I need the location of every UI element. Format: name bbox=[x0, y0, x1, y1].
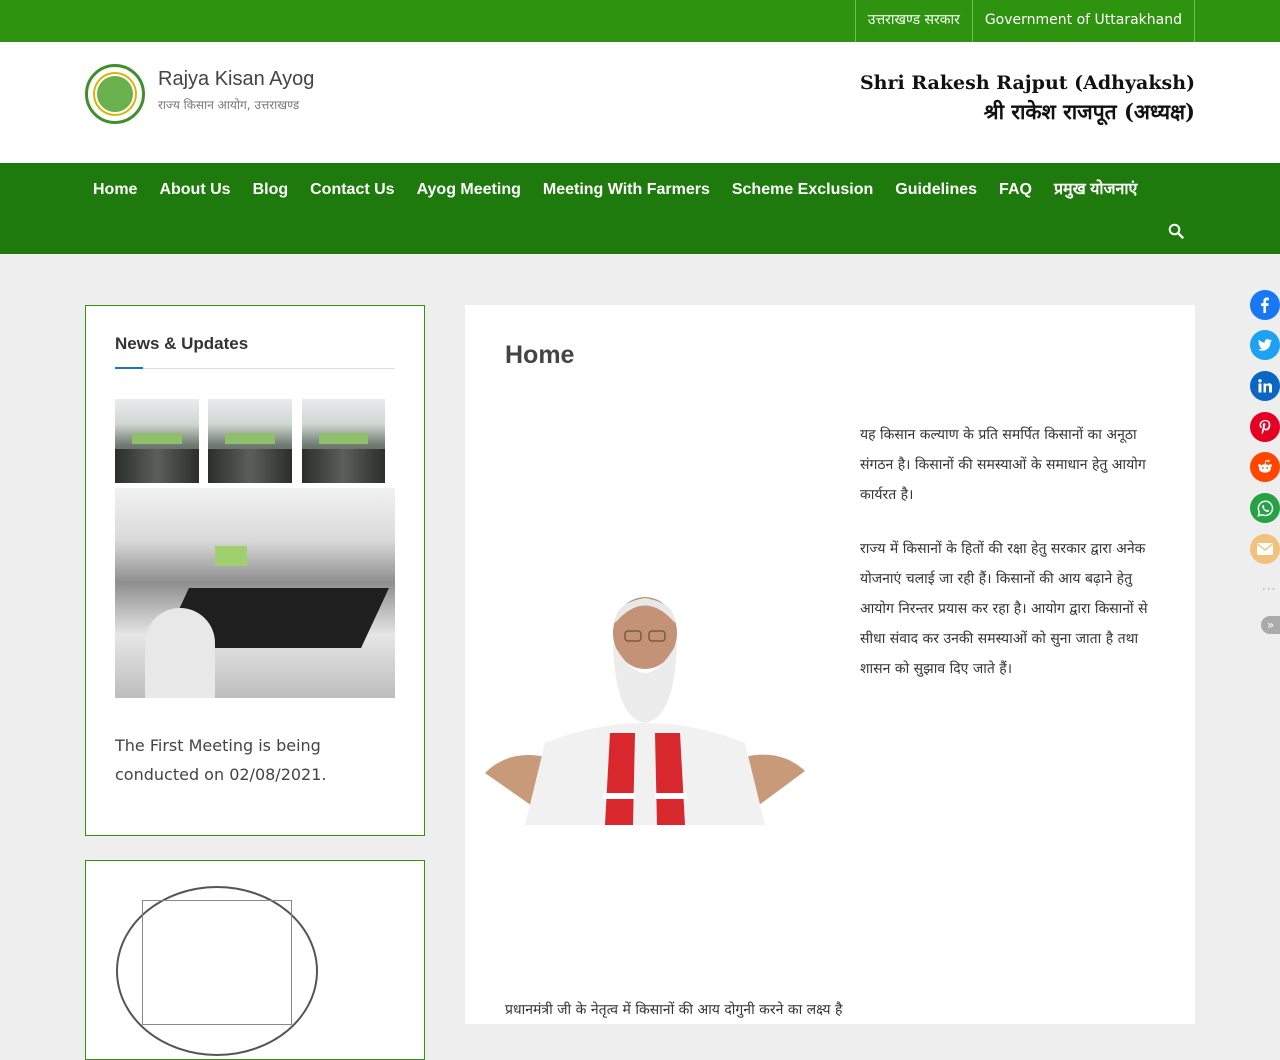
chairman-banner: Shri Rakesh Rajput (Adhyaksh) श्री राकेश… bbox=[860, 72, 1195, 126]
photo-projector-screen bbox=[215, 546, 247, 566]
page-bottom-text: प्रधानमंत्री जी के नेतृत्व में किसानों क… bbox=[505, 1002, 843, 1018]
meeting-photo[interactable] bbox=[115, 488, 395, 698]
linkedin-icon bbox=[1258, 379, 1272, 393]
whatsapp-share-button[interactable] bbox=[1250, 493, 1280, 523]
nav-faq[interactable]: FAQ bbox=[988, 179, 1043, 201]
gallery-thumbnail-3[interactable] bbox=[302, 399, 385, 483]
site-header: Rajya Kisan Ayog राज्य किसान आयोग, उत्तर… bbox=[0, 42, 1280, 163]
divider-accent bbox=[115, 367, 143, 369]
image-placeholder bbox=[142, 900, 292, 1025]
nav-meeting-with-farmers[interactable]: Meeting With Farmers bbox=[532, 179, 721, 201]
widget-title-divider bbox=[115, 367, 395, 369]
reddit-share-button[interactable] bbox=[1250, 452, 1280, 482]
news-updates-widget: News & Updates The First Meeting is bein… bbox=[85, 305, 425, 836]
top-link-uttarakhand-sarkar[interactable]: उत्तराखण्ड सरकार bbox=[854, 0, 972, 42]
twitter-share-button[interactable] bbox=[1250, 330, 1280, 360]
top-bar: उत्तराखण्ड सरकार Government of Uttarakha… bbox=[0, 0, 1280, 42]
news-widget-title: News & Updates bbox=[115, 334, 249, 353]
image-widget bbox=[85, 860, 425, 1060]
linkedin-share-button[interactable] bbox=[1250, 371, 1280, 401]
page-paragraph-1: यह किसान कल्याण के प्रति समर्पित किसानों… bbox=[860, 427, 1146, 503]
top-links: उत्तराखण्ड सरकार Government of Uttarakha… bbox=[854, 0, 1195, 42]
nav-contact-us[interactable]: Contact Us bbox=[299, 179, 405, 201]
nav-scheme-exclusion[interactable]: Scheme Exclusion bbox=[721, 179, 884, 201]
facebook-share-button[interactable] bbox=[1250, 290, 1280, 320]
logo-emblem bbox=[95, 74, 135, 114]
ayog-logo[interactable] bbox=[85, 64, 145, 124]
top-link-government-of-uttarakhand[interactable]: Government of Uttarakhand bbox=[971, 0, 1195, 42]
more-share-options-icon[interactable]: ··· bbox=[1262, 582, 1276, 596]
pm-photo bbox=[485, 597, 805, 825]
gallery-thumbnail-2[interactable] bbox=[208, 399, 292, 483]
nav-guidelines[interactable]: Guidelines bbox=[884, 179, 988, 201]
chairman-name-en: Shri Rakesh Rajput (Adhyaksh) bbox=[859, 72, 1195, 94]
nav-about-us[interactable]: About Us bbox=[148, 179, 241, 201]
reddit-icon bbox=[1258, 459, 1272, 473]
photo-attendee bbox=[145, 608, 215, 698]
news-text: The First Meeting is being conducted on … bbox=[115, 736, 327, 784]
page-paragraph-2: राज्य में किसानों के हितों की रक्षा हेतु… bbox=[860, 541, 1148, 677]
site-title[interactable]: Rajya Kisan Ayog bbox=[158, 68, 314, 91]
email-icon bbox=[1257, 543, 1273, 555]
main-content: Home यह किसान कल्याण के प्रति समर्पित कि… bbox=[465, 305, 1195, 1024]
twitter-icon bbox=[1257, 339, 1272, 351]
search-icon[interactable] bbox=[1168, 223, 1184, 239]
main-navigation: Home About Us Blog Contact Us Ayog Meeti… bbox=[0, 163, 1280, 254]
nav-pramukh-yojanayen[interactable]: प्रमुख योजनाएं bbox=[1043, 179, 1148, 201]
email-share-button[interactable] bbox=[1250, 534, 1280, 564]
whatsapp-icon bbox=[1256, 500, 1273, 517]
share-bar-toggle-icon[interactable]: » bbox=[1261, 616, 1280, 634]
chairman-name-hi: श्री राकेश राजपूत (अध्यक्ष) bbox=[983, 99, 1195, 124]
facebook-icon bbox=[1261, 297, 1269, 313]
gallery-thumbnail-1[interactable] bbox=[115, 399, 199, 483]
page-title: Home bbox=[505, 341, 575, 369]
page-body-text: यह किसान कल्याण के प्रति समर्पित किसानों… bbox=[860, 421, 1170, 684]
nav-home[interactable]: Home bbox=[82, 179, 148, 201]
site-description: राज्य किसान आयोग, उत्तराखण्ड bbox=[158, 98, 300, 112]
nav-blog[interactable]: Blog bbox=[242, 179, 300, 201]
pinterest-share-button[interactable] bbox=[1250, 412, 1280, 442]
nav-ayog-meeting[interactable]: Ayog Meeting bbox=[406, 179, 532, 201]
pinterest-icon bbox=[1259, 420, 1271, 435]
